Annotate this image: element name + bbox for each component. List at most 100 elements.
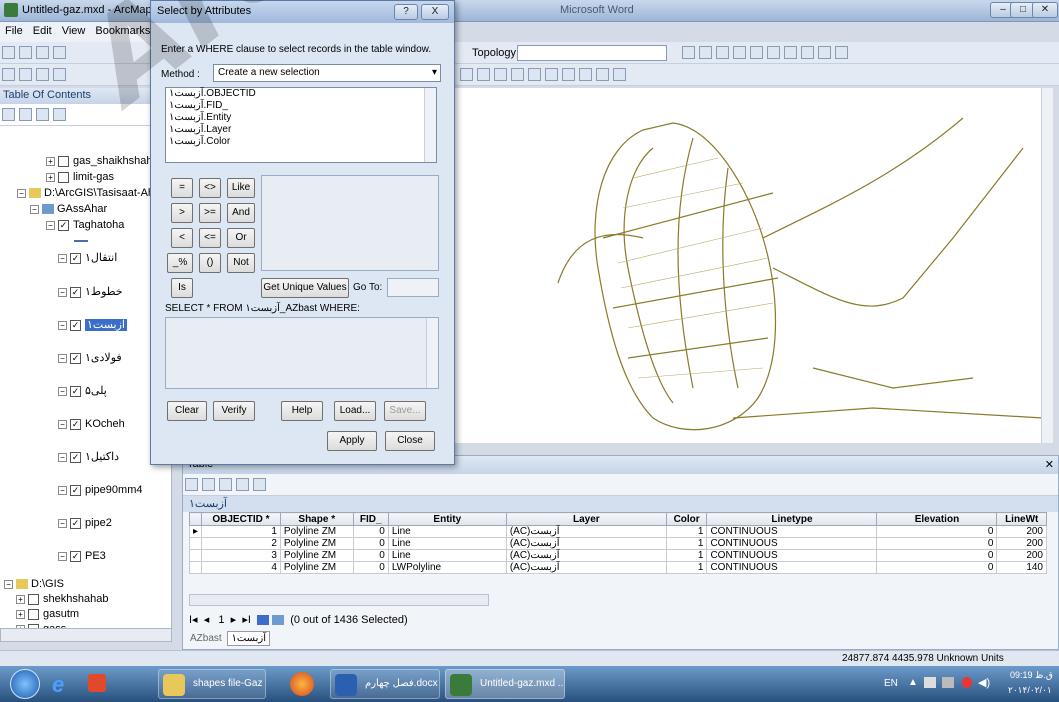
list-by-drawing-order-icon[interactable] [2,108,15,121]
layer-checkbox[interactable]: ✓ [70,286,81,298]
wildcard-button[interactable]: _% [167,253,193,273]
layer-checkbox[interactable]: ✓ [70,517,81,529]
unique-values-list[interactable] [261,175,439,271]
related-tables-icon[interactable] [202,478,215,491]
expand-icon[interactable]: + [16,609,25,619]
column-header[interactable]: Linetype [706,512,878,526]
taskbar-item-word[interactable]: فصل چهارم.docx - ... [330,669,440,699]
toc-item[interactable]: − D:\ArcGIS\Tasisaat-Ahi [17,185,156,201]
layer-checkbox[interactable]: ✓ [70,418,81,430]
toc-item[interactable]: − GAssAhar [30,201,107,217]
toc-item[interactable]: − ✓ آزبست۱ [58,317,127,333]
toc-item[interactable]: + limit-gas [46,169,114,185]
expand-icon[interactable]: + [16,594,25,604]
volume-icon[interactable]: ◀) [978,676,990,689]
column-header[interactable]: Color [665,512,708,526]
layer-checkbox[interactable]: ✓ [70,252,81,264]
toc-item[interactable]: − ✓ فولادی۱ [58,350,122,366]
field-list[interactable]: آزبست۱.OBJECTID آزبست۱.FID_ آزبست۱.Entit… [165,87,437,163]
editor-icon[interactable] [494,68,507,81]
row-selector[interactable] [188,549,203,562]
print-icon[interactable] [53,46,66,59]
close-button[interactable]: Close [385,431,435,451]
menu-file[interactable]: File [0,22,28,40]
table-tab-active[interactable]: آزبست۱ [227,631,270,646]
collapse-icon[interactable]: − [58,386,67,396]
editor-icon[interactable] [477,68,490,81]
dialog-close-button[interactable]: X [421,4,449,20]
table-row[interactable]: 4 Polyline ZM 0 LWPolyline (AC)آزبست 1 CONTINU… [188,561,1047,574]
column-header[interactable]: Entity [387,512,507,526]
flag-icon[interactable] [924,677,936,688]
column-header[interactable]: Shape * [279,512,354,526]
network-icon[interactable] [942,677,954,688]
method-dropdown[interactable]: Create a new selection ▾ [213,64,441,82]
layer-checkbox[interactable] [28,593,39,605]
row-selector[interactable] [188,561,203,574]
dialog-help-button[interactable]: ? [394,4,418,20]
collapse-icon[interactable]: − [58,320,67,330]
toolbar-icon[interactable] [682,46,695,59]
collapse-icon[interactable]: − [17,188,26,198]
select-by-attributes-icon[interactable] [219,478,232,491]
not-button[interactable]: Not [227,253,255,273]
field-item[interactable]: آزبست۱.Entity [166,112,436,124]
toolbar-icon[interactable] [835,46,848,59]
collapse-icon[interactable]: − [4,579,13,589]
record-number[interactable]: 1 [218,614,224,626]
clock-time[interactable]: 09:19 ق.ظ [1010,670,1053,681]
prev-record-button[interactable]: ◂ [204,614,210,626]
editor-icon[interactable] [511,68,524,81]
toc-item[interactable]: + shekhshahab [16,591,108,607]
not-equal-button[interactable]: <> [199,178,221,198]
save-button[interactable]: Save... [384,401,426,421]
full-extent-icon[interactable] [53,68,66,81]
column-header[interactable]: FID_ [352,512,389,526]
toolbar-icon[interactable] [750,46,763,59]
toc-item[interactable]: + gasutm [16,606,79,622]
editor-icon[interactable] [528,68,541,81]
table-horizontal-scrollbar[interactable] [189,594,489,606]
menu-view[interactable]: View [57,22,91,40]
column-header[interactable]: LineWt [996,512,1047,526]
show-all-records-icon[interactable] [257,615,270,626]
save-icon[interactable] [36,46,49,59]
toolbar-icon[interactable] [801,46,814,59]
collapse-icon[interactable]: − [58,452,67,462]
or-button[interactable]: Or [227,228,255,248]
show-hidden-icons[interactable]: ▲ [908,677,918,688]
toc-item[interactable]: + gas_shaikhshahab [46,153,165,169]
verify-button[interactable]: Verify [213,401,255,421]
editor-icon[interactable] [562,68,575,81]
greater-equal-button[interactable]: >= [199,203,221,223]
menu-bookmarks[interactable]: Bookmarks [90,22,155,40]
collapse-icon[interactable]: − [58,253,67,263]
field-item[interactable]: آزبست۱.Color [166,136,436,148]
toc-horizontal-scrollbar[interactable] [0,628,172,642]
toc-item[interactable]: − ✓ KOcheh [58,416,125,432]
go-to-input[interactable] [387,278,439,297]
layer-checkbox[interactable]: ✓ [70,451,81,463]
toolbar-icon[interactable] [784,46,797,59]
editor-icon[interactable] [460,68,473,81]
toc-item[interactable]: − ✓ PE3 [58,548,106,564]
like-button[interactable]: Like [227,178,255,198]
less-equal-button[interactable]: <= [199,228,221,248]
layer-checkbox[interactable] [28,608,39,620]
layer-checkbox[interactable]: ✓ [70,385,81,397]
toolbar-icon[interactable] [818,46,831,59]
ie-icon[interactable]: e [52,672,64,698]
expand-icon[interactable]: + [46,156,55,166]
last-record-button[interactable]: ▸I [242,614,251,626]
field-item[interactable]: آزبست۱.Layer [166,124,436,136]
expand-icon[interactable]: + [46,172,55,182]
editor-icon[interactable] [613,68,626,81]
toc-item[interactable]: − ✓ داکتیل۱ [58,449,119,465]
table-options-icon[interactable] [185,478,198,491]
collapse-icon[interactable]: − [30,204,39,214]
media-icon[interactable] [88,674,106,692]
clock-date[interactable]: ۲۰۱۴/۰۲/۰۱ [1008,685,1052,696]
is-button[interactable]: Is [171,278,193,298]
toc-item[interactable]: − ✓ Taghatoha [46,217,124,233]
list-by-visibility-icon[interactable] [36,108,49,121]
